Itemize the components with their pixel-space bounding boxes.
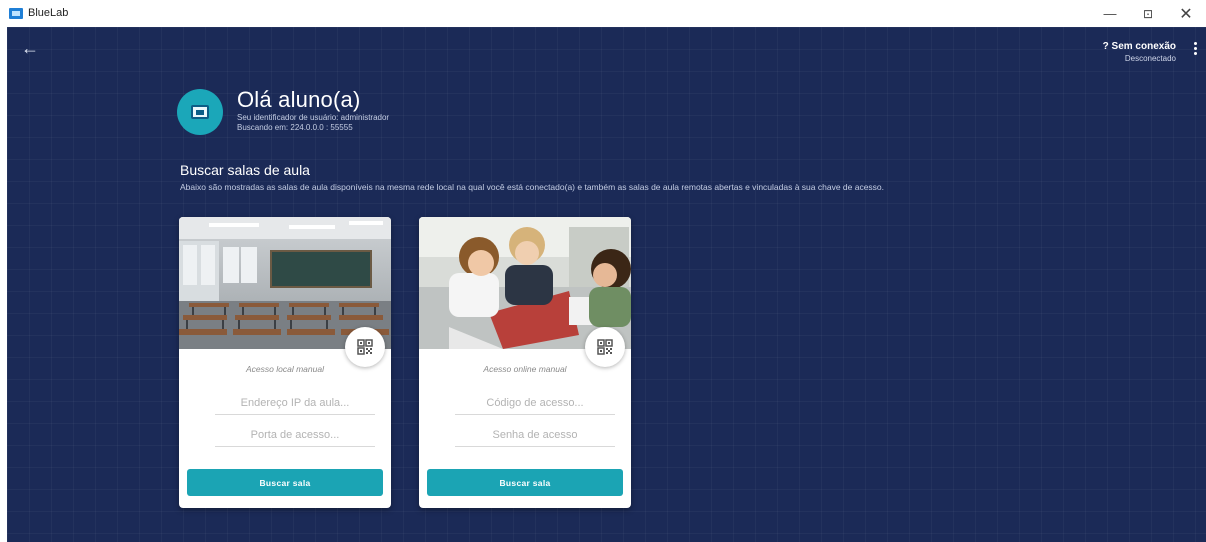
ip-address-input[interactable] bbox=[215, 391, 375, 415]
port-input[interactable] bbox=[215, 423, 375, 447]
qr-code-icon bbox=[357, 339, 373, 355]
page-title: Olá aluno(a) bbox=[237, 87, 361, 112]
more-options-icon[interactable] bbox=[1194, 42, 1198, 55]
maximize-button[interactable]: ⊡ bbox=[1128, 0, 1168, 27]
back-arrow-icon[interactable]: ← bbox=[21, 39, 39, 57]
connection-status[interactable]: ? Sem conexão Desconectado bbox=[1103, 41, 1176, 63]
user-identifier: Seu identificador de usuário: administra… bbox=[237, 113, 390, 122]
app-content: ← ? Sem conexão Desconectado Olá aluno(a… bbox=[7, 27, 1206, 542]
classroom-icon bbox=[191, 105, 209, 119]
search-room-button[interactable]: Buscar sala bbox=[187, 469, 383, 496]
connection-status-label: ? Sem conexão bbox=[1102, 41, 1176, 52]
search-room-button[interactable]: Buscar sala bbox=[427, 469, 623, 496]
access-code-input[interactable] bbox=[455, 391, 615, 415]
minimize-button[interactable]: — bbox=[1090, 0, 1130, 27]
app-logo-icon bbox=[9, 8, 23, 19]
card-label: Acesso online manual bbox=[483, 364, 567, 374]
local-access-card: Acesso local manual Buscar sala bbox=[179, 217, 391, 508]
card-label: Acesso local manual bbox=[246, 364, 324, 374]
connection-status-detail: Desconectado bbox=[1124, 54, 1176, 63]
close-button[interactable]: ✕ bbox=[1166, 0, 1206, 27]
search-address: Buscando em: 224.0.0.0 : 55555 bbox=[237, 123, 353, 132]
qr-code-icon bbox=[597, 339, 613, 355]
access-password-input[interactable] bbox=[455, 423, 615, 447]
section-title: Buscar salas de aula bbox=[180, 162, 310, 178]
avatar bbox=[177, 89, 223, 135]
online-access-card: Acesso online manual Buscar sala bbox=[419, 217, 631, 508]
section-description: Abaixo são mostradas as salas de aula di… bbox=[180, 182, 885, 192]
window-title: BlueLab bbox=[28, 7, 69, 19]
qr-code-button[interactable] bbox=[585, 327, 625, 367]
window-titlebar: BlueLab — ⊡ ✕ bbox=[0, 0, 1206, 27]
qr-code-button[interactable] bbox=[345, 327, 385, 367]
